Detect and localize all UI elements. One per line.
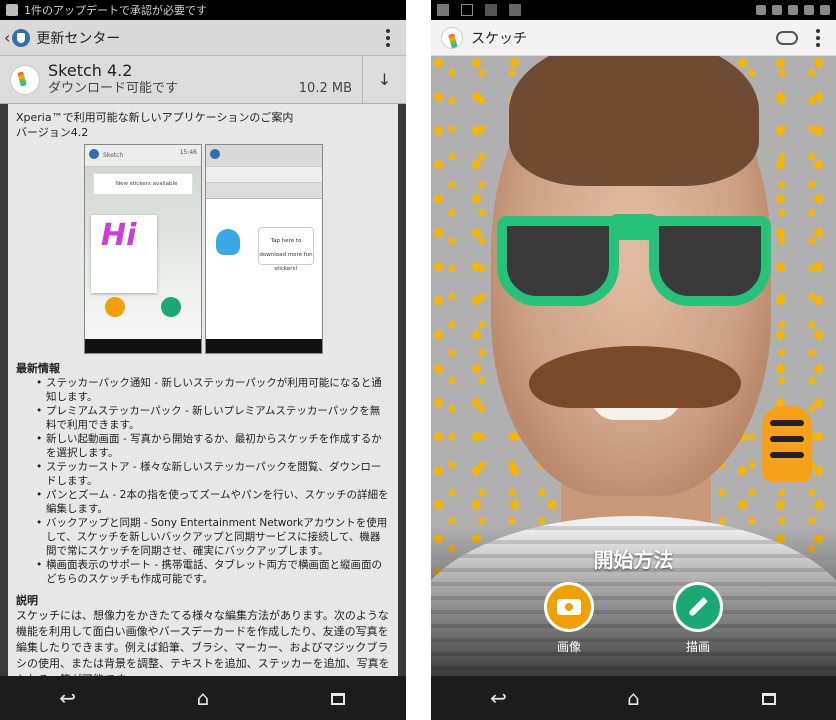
nav-recent-apps-icon[interactable] <box>739 686 799 710</box>
shot-camera-button <box>105 297 125 317</box>
battery-icon <box>820 5 830 15</box>
news-item: プレミアムステッカーパック - 新しいプレミアムステッカーパックを無料で利用でき… <box>36 404 390 432</box>
screenshot-start: Sketch 15:46 New stickers available Hi <box>84 144 202 354</box>
sticker-tip-text: Tap here to download more fun stickers! <box>259 238 313 272</box>
pencil-icon <box>688 597 708 617</box>
navigation-bar: ↩ ⌂ <box>0 676 406 720</box>
news-list: ステッカーパック通知 - 新しいステッカーパックが利用可能になると通知します。 … <box>36 376 390 586</box>
nav-recent-apps-icon[interactable] <box>308 686 368 710</box>
update-notification-icon <box>509 4 521 16</box>
description-intro: Xperia™で利用可能な新しいアプリケーションのご案内 バージョン4.2 <box>16 110 390 140</box>
shot-navbar <box>85 339 201 353</box>
green-sunglasses-sticker <box>497 206 771 318</box>
news-title: 最新情報 <box>16 362 60 375</box>
sample-photo: 開始方法 画像 描画 <box>431 56 836 676</box>
download-arrow-icon: ↓ <box>377 70 392 89</box>
shot-sticker-bar <box>206 183 322 199</box>
status-text: 1件のアップデートで承認が必要です <box>24 4 207 17</box>
sketch-app-icon <box>10 64 40 95</box>
navigation-bar: ↩ ⌂ <box>431 676 836 720</box>
status-bar: 1件のアップデートで承認が必要です <box>0 0 406 20</box>
screenshot-notification-icon <box>485 4 497 16</box>
sketch-start-screen: スケッチ 開始方法 画像 描画 ↩ ⌂ <box>431 0 836 720</box>
overflow-menu-icon[interactable] <box>378 25 398 51</box>
screenshot-sticker: Tap here to download more fun stickers! <box>205 144 323 354</box>
mute-icon <box>788 5 798 15</box>
nav-home-icon[interactable]: ⌂ <box>173 686 233 710</box>
intro-line: Xperia™で利用可能な新しいアプリケーションのご案内 <box>16 111 294 124</box>
overflow-menu-icon[interactable] <box>808 25 828 51</box>
news-item: ステッカーパック通知 - 新しいステッカーパックが利用可能になると通知します。 <box>36 376 390 404</box>
shot-time: 15:46 <box>179 149 197 156</box>
app-size: 10.2 MB <box>298 81 352 96</box>
hi-text: Hi <box>101 218 137 253</box>
status-bar <box>431 0 836 20</box>
draw-button[interactable] <box>673 582 723 632</box>
news-item: パンとズーム - 2本の指を使ってズームやパンを行い、スケッチの詳細を編集します… <box>36 488 390 516</box>
version-line: バージョン4.2 <box>16 126 89 139</box>
news-item: ステッカーストア - 様々な新しいステッカーパックを閲覧、ダウンロードします。 <box>36 460 390 488</box>
download-button[interactable]: ↓ <box>362 55 406 104</box>
bluetooth-icon <box>756 5 766 15</box>
nav-back-icon[interactable]: ↩ <box>38 686 98 710</box>
shot-toolbar <box>206 167 322 183</box>
shot-actionbar: Sketch 15:46 <box>85 145 201 167</box>
hi-sketch-card: Hi <box>91 215 157 293</box>
sticker-notice-text: New stickers available <box>116 181 178 187</box>
sketch-app-icon <box>441 26 463 49</box>
nfc-icon <box>772 5 782 15</box>
screenshot-gallery: Sketch 15:46 New stickers available Hi T… <box>84 144 390 354</box>
sticker-notice-card: New stickers available <box>93 173 193 195</box>
back-chevron-icon[interactable]: ‹ <box>4 28 10 47</box>
tiger-sticker <box>762 406 812 482</box>
update-notification-icon <box>6 4 18 16</box>
page-title: スケッチ <box>471 30 527 47</box>
app-status: ダウンロード可能です <box>48 80 179 96</box>
news-item: バックアップと同期 - Sony Entertainment Networkアカ… <box>36 516 390 558</box>
image-notification-icon <box>437 4 449 16</box>
explain-title: 説明 <box>16 594 38 607</box>
blue-monster-sticker <box>216 229 240 255</box>
sticker-tip-bubble: Tap here to download more fun stickers! <box>258 227 314 272</box>
wifi-icon <box>804 5 814 15</box>
shot-draw-button <box>161 297 181 317</box>
page-title: 更新センター <box>36 30 121 47</box>
hair <box>509 56 759 186</box>
camera-button[interactable] <box>544 582 594 632</box>
nav-home-icon[interactable]: ⌂ <box>604 686 664 710</box>
news-item: 新しい起動画面 - 写真から開始するか、最初からスケッチを作成するかを選択します… <box>36 432 390 460</box>
shot-navbar <box>206 339 322 353</box>
camera-icon <box>557 599 581 615</box>
description-panel[interactable]: Xperia™で利用可能な新しいアプリケーションのご案内 バージョン4.2 Sk… <box>8 104 398 676</box>
app-header-row: Sketch 4.2 ダウンロード可能です 10.2 MB ↓ <box>0 55 406 104</box>
shot-actionbar <box>206 145 322 167</box>
action-bar: ‹ 更新センター <box>0 20 406 56</box>
update-center-screen: 1件のアップデートで承認が必要です ‹ 更新センター Sketch 4.2 ダウ… <box>0 0 406 720</box>
cloud-sync-icon[interactable] <box>776 30 798 45</box>
shot-title: Sketch <box>103 152 124 159</box>
draw-label: 描画 <box>685 640 710 654</box>
checkbox-notification-icon <box>461 4 473 16</box>
action-bar: スケッチ <box>431 20 836 56</box>
camera-label: 画像 <box>556 640 581 654</box>
update-center-logo-icon <box>12 28 31 47</box>
news-item: 横画面表示のサポート - 携帯電話、タブレット両方で横画面と縦画面のどちらのスケ… <box>36 558 390 586</box>
app-name: Sketch 4.2 <box>48 60 133 80</box>
nav-back-icon[interactable]: ↩ <box>469 686 529 710</box>
explain-text: スケッチには、想像力をかきたてる様々な編集方法があります。次のような機能を利用し… <box>16 609 390 676</box>
start-title: 開始方法 <box>593 548 674 572</box>
